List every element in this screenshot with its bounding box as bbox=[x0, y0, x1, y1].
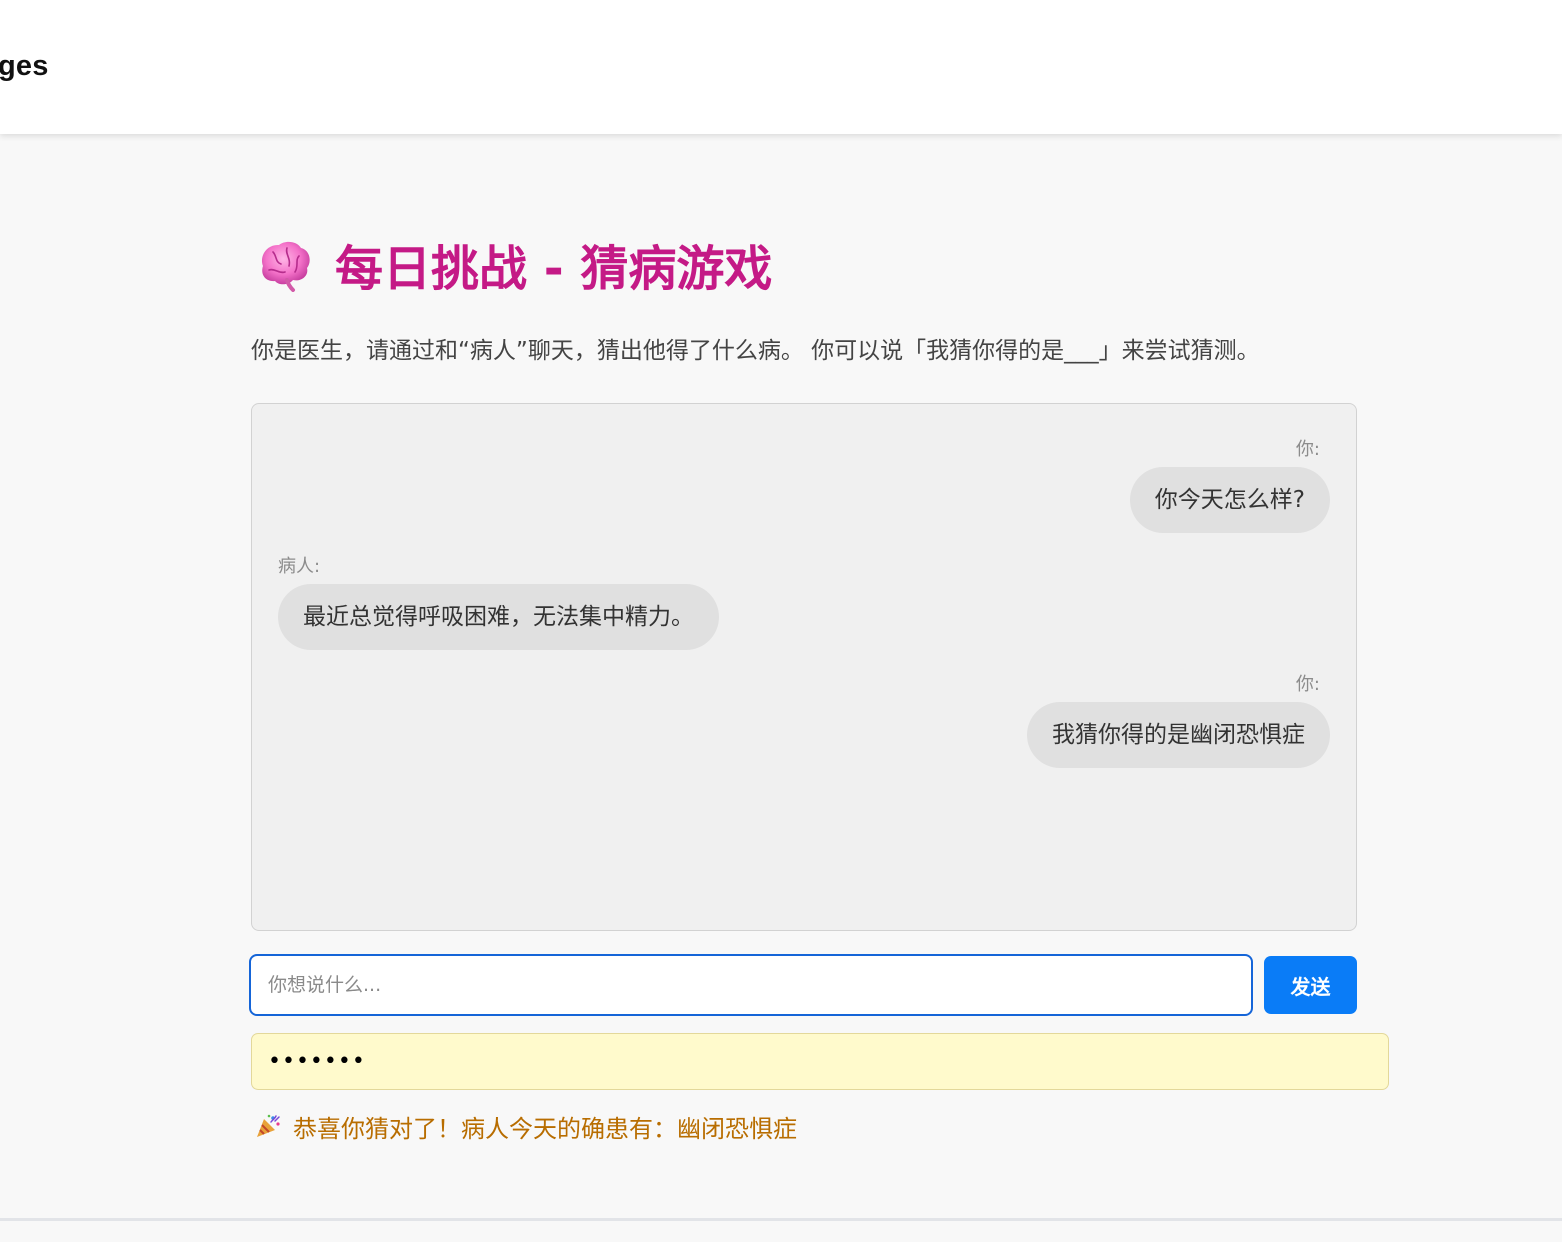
message-sender: 你: bbox=[1295, 674, 1320, 695]
message-input[interactable] bbox=[249, 954, 1253, 1016]
patient-message: 病人: 最近总觉得呼吸困难，无法集中精力。 bbox=[278, 552, 719, 650]
brain-icon bbox=[261, 241, 310, 292]
message-bubble: 最近总觉得呼吸困难，无法集中精力。 bbox=[278, 584, 719, 650]
user-message: 你: 我猜你得的是幽闭恐惧症 bbox=[1027, 670, 1330, 768]
answer-password-field[interactable] bbox=[251, 1033, 1389, 1090]
message-bubble: 你今天怎么样? bbox=[1129, 467, 1330, 533]
send-button[interactable]: 发送 bbox=[1264, 956, 1357, 1014]
site-brand[interactable]: ges bbox=[0, 50, 49, 83]
message-bubble: 我猜你得的是幽闭恐惧症 bbox=[1027, 702, 1330, 768]
message-sender: 你: bbox=[1295, 439, 1320, 460]
footer-divider bbox=[0, 1218, 1562, 1221]
result-text: 恭喜你猜对了！病人今天的确患有：幽闭恐惧症 bbox=[293, 1114, 797, 1143]
top-bar: ges bbox=[0, 0, 1562, 134]
title-text: 每日挑战 - 猜病游戏 bbox=[335, 241, 773, 297]
chat-log[interactable]: 你: 你今天怎么样? 病人: 最近总觉得呼吸困难，无法集中精力。 你: 我猜你得… bbox=[251, 403, 1357, 931]
instructions-text: 你是医生，请通过和“病人”聊天，猜出他得了什么病。 你可以说「我猜你得的是___… bbox=[251, 338, 1260, 364]
user-message: 你: 你今天怎么样? bbox=[1129, 435, 1330, 533]
page-title: 每日挑战 - 猜病游戏 bbox=[255, 226, 772, 302]
message-sender: 病人: bbox=[278, 556, 321, 577]
result-message: 恭喜你猜对了！病人今天的确患有：幽闭恐惧症 bbox=[255, 1108, 797, 1144]
party-popper-icon bbox=[257, 1114, 280, 1137]
